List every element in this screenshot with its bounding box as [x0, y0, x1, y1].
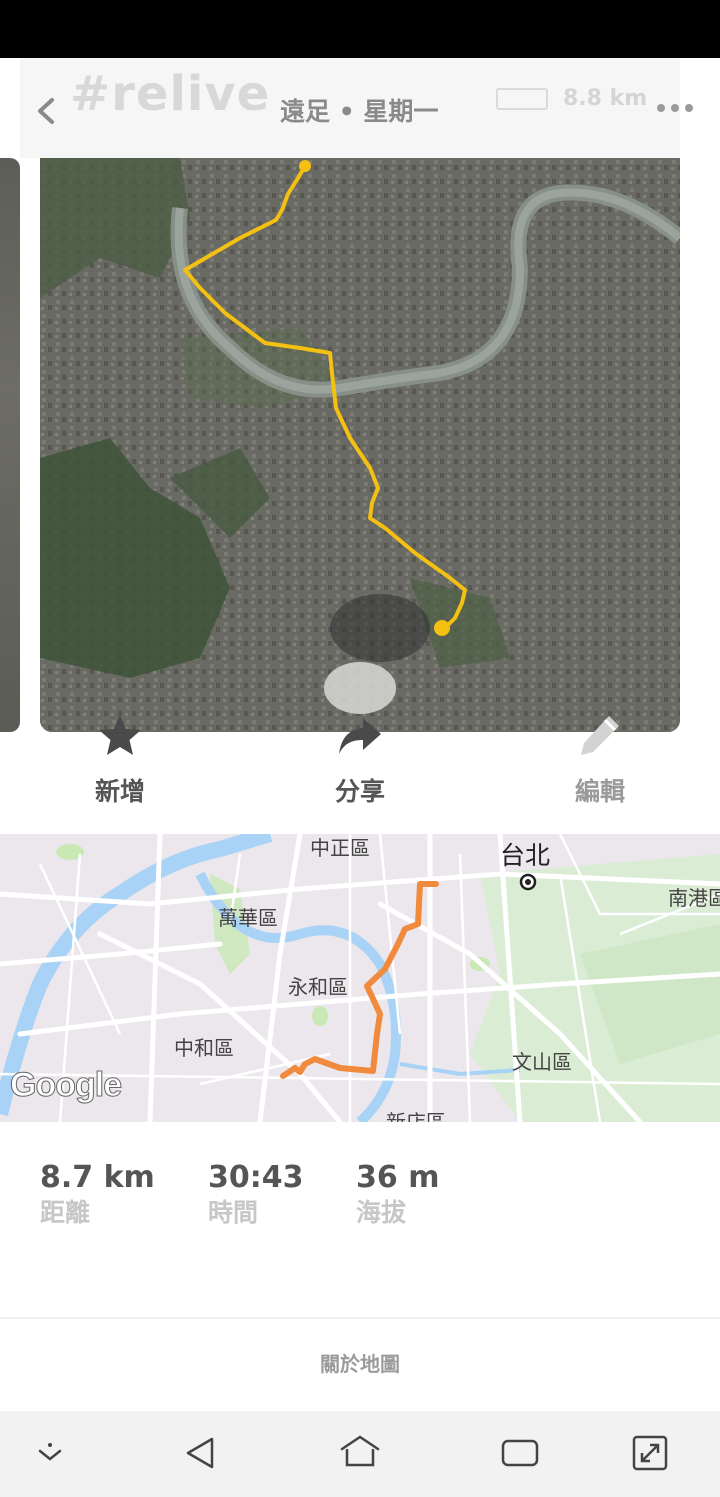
pencil-icon — [581, 716, 619, 755]
stat-duration: 30:43 時間 — [208, 1160, 304, 1229]
screen-rotate-icon[interactable] — [628, 1431, 672, 1475]
home-nav-icon[interactable] — [338, 1431, 382, 1475]
video-header: #relive 遠足 • 星期一 8.8 km — [0, 58, 720, 158]
recents-nav-icon[interactable] — [498, 1431, 542, 1475]
satellite-route-view[interactable] — [40, 158, 680, 732]
stat-distance: 8.7 km 距離 — [40, 1160, 155, 1229]
distance-value: 8.7 km — [40, 1160, 155, 1195]
label-zhongzheng: 中正區 — [310, 836, 370, 860]
system-nav-bar — [0, 1411, 720, 1497]
action-row: 新增 分享 編輯 — [0, 700, 720, 820]
duration-value: 30:43 — [208, 1160, 304, 1195]
stat-elevation: 36 m 海拔 — [356, 1160, 439, 1229]
add-button[interactable]: 新增 — [40, 710, 200, 810]
add-label: 新增 — [94, 777, 145, 806]
share-button[interactable]: 分享 — [280, 710, 440, 810]
share-label: 分享 — [334, 777, 385, 806]
more-options-icon[interactable] — [655, 96, 695, 120]
edit-button[interactable]: 編輯 — [520, 710, 680, 810]
divider — [0, 1317, 720, 1319]
google-logo: Google — [9, 1066, 122, 1105]
elevation-label: 海拔 — [356, 1198, 407, 1227]
share-icon — [339, 718, 381, 754]
elevation-value: 36 m — [356, 1160, 440, 1195]
edit-label: 編輯 — [574, 777, 625, 806]
activity-stats: 8.7 km 距離 30:43 時間 36 m 海拔 — [0, 1160, 720, 1250]
activity-title: 遠足 • 星期一 — [280, 97, 439, 126]
label-wanhua: 萬華區 — [218, 906, 278, 930]
duration-label: 時間 — [208, 1198, 259, 1227]
back-arrow-icon[interactable] — [30, 94, 64, 128]
label-zhonghe: 中和區 — [174, 1036, 234, 1060]
distance-label: 距離 — [40, 1198, 91, 1227]
about-map-link[interactable]: 關於地圖 — [0, 1348, 720, 1377]
battery-overlay-icon — [496, 88, 548, 110]
distance-overlay: 8.8 km — [563, 86, 648, 111]
label-yonghe: 永和區 — [288, 975, 348, 999]
label-taipei: 台北 — [500, 841, 551, 870]
relive-logo: #relive — [70, 66, 271, 122]
previous-video-card[interactable] — [0, 158, 20, 732]
label-xindian: 新店區 — [386, 1110, 446, 1122]
label-wenshan: 文山區 — [512, 1050, 572, 1074]
route-map[interactable]: 中正區 台北 萬華區 南港區 永和區 中和區 文山區 新店區 Google — [0, 834, 720, 1122]
back-nav-icon[interactable] — [180, 1431, 224, 1475]
label-nangang: 南港區 — [668, 886, 720, 910]
hide-nav-icon[interactable] — [28, 1431, 72, 1475]
star-icon — [99, 715, 141, 755]
status-bar — [0, 0, 720, 58]
